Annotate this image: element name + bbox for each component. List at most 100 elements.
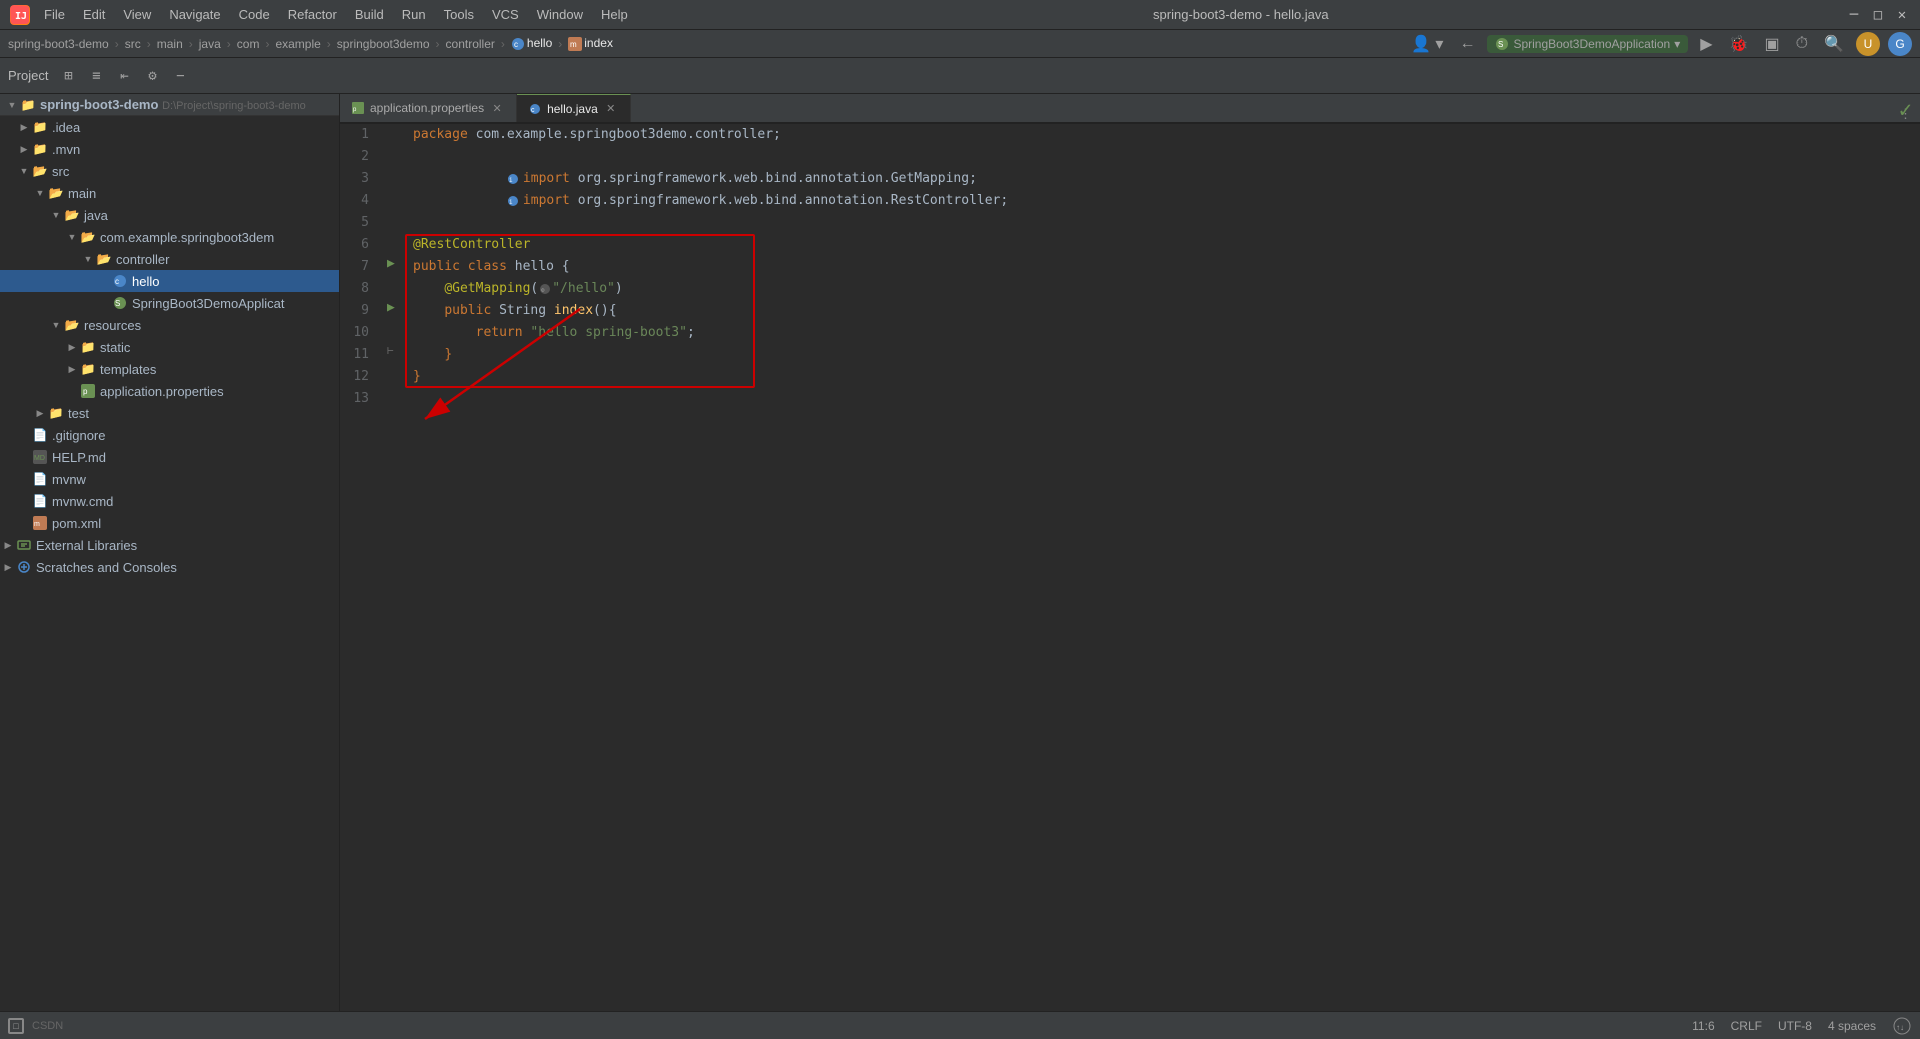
tree-arrow-src: ▼ [16, 163, 32, 179]
status-csdn: CSDN [32, 1020, 63, 1032]
menu-navigate[interactable]: Navigate [161, 5, 228, 24]
editor-gutter: ▶ ▶ ⊢ [385, 124, 405, 1011]
tree-item-mvn[interactable]: ▶ 📁 .mvn [0, 138, 339, 160]
com-folder-icon: 📂 [80, 229, 96, 245]
tree-arrow-gitignore: ▶ [16, 427, 32, 443]
tree-item-resources[interactable]: ▼ 📂 resources [0, 314, 339, 336]
menu-build[interactable]: Build [347, 5, 392, 24]
code-line-13 [413, 388, 1920, 410]
tree-item-com[interactable]: ▼ 📂 com.example.springboot3dem [0, 226, 339, 248]
tree-item-pom[interactable]: ▶ m pom.xml [0, 512, 339, 534]
menu-help[interactable]: Help [593, 5, 636, 24]
mvnw-label: mvnw [52, 472, 86, 487]
sort-button[interactable]: ≡ [84, 64, 108, 88]
minimize-button[interactable]: ─ [1846, 7, 1862, 23]
tree-item-templates[interactable]: ▶ 📁 templates [0, 358, 339, 380]
coverage-button[interactable]: ▣ [1760, 32, 1783, 56]
tab-close-hello[interactable]: ✕ [604, 102, 618, 116]
tree-item-scratches[interactable]: ▶ Scratches and Consoles [0, 556, 339, 578]
gutter-run-icon-9[interactable]: ▶ [387, 300, 395, 315]
status-position[interactable]: 11:6 [1692, 1019, 1715, 1033]
menu-vcs[interactable]: VCS [484, 5, 527, 24]
tree-item-main[interactable]: ▼ 📂 main [0, 182, 339, 204]
search-button[interactable]: 🔍 [1820, 32, 1848, 56]
status-line-ending[interactable]: CRLF [1731, 1019, 1762, 1033]
menu-edit[interactable]: Edit [75, 5, 113, 24]
svg-text:p: p [83, 387, 88, 396]
tree-item-hello[interactable]: ▶ c hello [0, 270, 339, 292]
tab-close-props[interactable]: ✕ [490, 101, 504, 115]
tree-item-test[interactable]: ▶ 📁 test [0, 402, 339, 424]
nav-src[interactable]: src [125, 37, 141, 51]
tree-item-gitignore[interactable]: ▶ 📄 .gitignore [0, 424, 339, 446]
close-button[interactable]: ✕ [1894, 7, 1910, 23]
sidebar[interactable]: ▼ 📁 spring-boot3-demo D:\Project\spring-… [0, 94, 340, 1011]
tree-item-mvnw[interactable]: ▶ 📄 mvnw [0, 468, 339, 490]
minus-button[interactable]: − [168, 64, 192, 88]
status-expand-icon[interactable]: □ [8, 1018, 24, 1034]
test-label: test [68, 406, 89, 421]
tree-item-mvnwcmd[interactable]: ▶ 📄 mvnw.cmd [0, 490, 339, 512]
hello-java-icon: c [112, 273, 128, 289]
springbootapp-label: SpringBoot3DemoApplicat [132, 296, 284, 311]
nav-com[interactable]: com [237, 37, 260, 51]
settings-icon[interactable]: G [1888, 32, 1912, 56]
status-encoding[interactable]: UTF-8 [1778, 1019, 1812, 1033]
tree-arrow-root: ▼ [4, 97, 20, 113]
maximize-button[interactable]: □ [1870, 7, 1886, 23]
layout-button[interactable]: ⊞ [56, 64, 80, 88]
tree-root[interactable]: ▼ 📁 spring-boot3-demo D:\Project\spring-… [0, 94, 339, 116]
tab-application-properties[interactable]: p application.properties ✕ [340, 94, 517, 122]
collapse-button[interactable]: ⇤ [112, 64, 136, 88]
tree-item-static[interactable]: ▶ 📁 static [0, 336, 339, 358]
code-editor[interactable]: 1 2 3 4 5 6 7 8 9 10 11 12 13 ▶ ▶ ⊢ [340, 124, 1920, 1011]
nav-controller[interactable]: controller [446, 37, 495, 51]
code-content: package com.example.springboot3demo.cont… [405, 124, 1920, 1011]
nav-index[interactable]: mindex [568, 36, 613, 51]
pom-label: pom.xml [52, 516, 101, 531]
controller-folder-icon: 📂 [96, 251, 112, 267]
user-avatar[interactable]: U [1856, 32, 1880, 56]
tree-item-help[interactable]: ▶ MD HELP.md [0, 446, 339, 468]
nav-java[interactable]: java [199, 37, 221, 51]
svg-text:i: i [509, 199, 513, 206]
tree-arrow-static: ▶ [64, 339, 80, 355]
back-icon[interactable]: ← [1455, 33, 1479, 55]
code-line-11: } [413, 344, 1920, 366]
gitignore-label: .gitignore [52, 428, 105, 443]
menu-code[interactable]: Code [231, 5, 278, 24]
ext-libs-label: External Libraries [36, 538, 137, 553]
menu-window[interactable]: Window [529, 5, 591, 24]
tree-item-idea[interactable]: ▶ 📁 .idea [0, 116, 339, 138]
tree-item-controller[interactable]: ▼ 📂 controller [0, 248, 339, 270]
gutter-fold-11[interactable]: ⊢ [387, 344, 394, 357]
editor-area: p application.properties ✕ c hello.java … [340, 94, 1920, 1011]
nav-project[interactable]: spring-boot3-demo [8, 37, 109, 51]
menu-refactor[interactable]: Refactor [280, 5, 345, 24]
nav-hello[interactable]: chello [511, 36, 552, 51]
nav-main[interactable]: main [157, 37, 183, 51]
nav-example[interactable]: example [275, 37, 320, 51]
debug-button[interactable]: 🐞 [1725, 32, 1753, 56]
nav-springboot3demo[interactable]: springboot3demo [337, 37, 430, 51]
tree-item-app-props[interactable]: ▶ p application.properties [0, 380, 339, 402]
gear-icon[interactable]: ⚙ [140, 64, 164, 88]
run-config-selector[interactable]: S SpringBoot3DemoApplication ▾ [1487, 35, 1688, 53]
tree-item-ext-libs[interactable]: ▶ External Libraries [0, 534, 339, 556]
menu-view[interactable]: View [115, 5, 159, 24]
run-button[interactable]: ▶ [1696, 32, 1716, 56]
com-label: com.example.springboot3dem [100, 230, 274, 245]
status-indent[interactable]: 4 spaces [1828, 1019, 1876, 1033]
tree-item-src[interactable]: ▼ 📂 src [0, 160, 339, 182]
menu-file[interactable]: File [36, 5, 73, 24]
tree-item-java-dir[interactable]: ▼ 📂 java [0, 204, 339, 226]
profile-button[interactable]: ⏱ [1792, 33, 1812, 55]
menu-run[interactable]: Run [394, 5, 434, 24]
menu-tools[interactable]: Tools [436, 5, 482, 24]
tab-hello-java[interactable]: c hello.java ✕ [517, 94, 631, 122]
gutter-run-icon-7[interactable]: ▶ [387, 256, 395, 271]
tree-item-springbootapp[interactable]: ▶ S SpringBoot3DemoApplicat [0, 292, 339, 314]
mvn-label: .mvn [52, 142, 80, 157]
user-icon[interactable]: 👤 ▾ [1407, 32, 1447, 56]
help-md-icon: MD [32, 449, 48, 465]
